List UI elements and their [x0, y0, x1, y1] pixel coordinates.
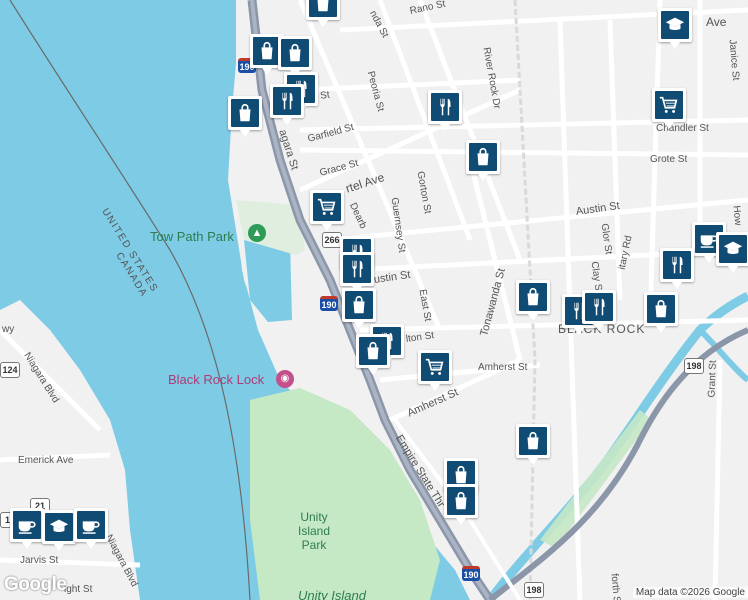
- camera-icon: ◉: [276, 370, 294, 388]
- map-marker-m23[interactable]: [716, 232, 748, 273]
- street-amherst-st-e: Amherst St: [478, 362, 528, 373]
- shield-rt198: 198: [524, 582, 544, 598]
- street-jarvis-st: Jarvis St: [20, 555, 59, 566]
- street-pkwy: wy: [2, 324, 15, 335]
- place-black-rock-lock[interactable]: Black Rock Lock: [168, 372, 264, 387]
- map-marker-m4[interactable]: [278, 36, 312, 77]
- map-marker-m16[interactable]: [356, 334, 390, 375]
- shield-i190: 190: [320, 296, 338, 311]
- shield-rt266: 266: [322, 232, 342, 248]
- map-marker-m28[interactable]: [10, 508, 44, 549]
- map-marker-m17[interactable]: [418, 350, 452, 391]
- map-marker-m30[interactable]: [74, 508, 108, 549]
- cafe-icon: [77, 511, 105, 539]
- restaurant-icon: [343, 255, 371, 283]
- map-marker-m27[interactable]: [444, 484, 478, 525]
- map-marker-m21[interactable]: [644, 292, 678, 333]
- map-marker-m6[interactable]: [228, 96, 262, 137]
- map-marker-m1[interactable]: [306, 0, 340, 27]
- restaurant-icon: [663, 251, 691, 279]
- map-canvas[interactable]: Tow Path Park ▲ Black Rock Lock ◉ Unity …: [0, 0, 748, 600]
- map-marker-m10[interactable]: [466, 140, 500, 181]
- shopping-bag-icon: [519, 283, 547, 311]
- place-tow-path-park[interactable]: Tow Path Park: [150, 229, 234, 244]
- school-icon: [719, 235, 747, 263]
- street-how: How: [730, 205, 744, 226]
- street-emerick-ave: Emerick Ave: [18, 455, 74, 466]
- shopping-bag-icon: [447, 487, 475, 515]
- shopping-bag-icon: [345, 291, 373, 319]
- place-unity-island-park[interactable]: Unity Island Park: [284, 510, 344, 552]
- shield-i190: 190: [462, 566, 480, 581]
- restaurant-icon: [431, 93, 459, 121]
- street-grote-st: Grote St: [650, 154, 688, 165]
- shield-rt198: 198: [684, 358, 704, 374]
- google-logo: Google: [4, 574, 67, 595]
- shopping-bag-icon: [231, 99, 259, 127]
- shopping-cart-icon: [313, 193, 341, 221]
- map-marker-m29[interactable]: [42, 510, 76, 551]
- map-marker-m20[interactable]: [582, 290, 616, 331]
- school-icon: [45, 513, 73, 541]
- map-marker-m8[interactable]: [428, 90, 462, 131]
- street-ontario-ave: Ave: [706, 15, 727, 29]
- map-marker-m7[interactable]: [270, 84, 304, 125]
- restaurant-icon: [273, 87, 301, 115]
- shopping-bag-icon: [309, 0, 337, 17]
- shopping-bag-icon: [519, 427, 547, 455]
- shopping-bag-icon: [469, 143, 497, 171]
- map-marker-m13[interactable]: [340, 252, 374, 293]
- place-unity-island[interactable]: Unity Island: [298, 588, 366, 600]
- shopping-cart-icon: [655, 91, 683, 119]
- map-attribution[interactable]: Map data ©2026 Google: [632, 587, 748, 598]
- map-marker-m25[interactable]: [516, 424, 550, 465]
- shopping-bag-icon: [253, 37, 281, 65]
- map-marker-m14[interactable]: [342, 288, 376, 329]
- map-marker-m24[interactable]: [660, 248, 694, 289]
- shopping-bag-icon: [647, 295, 675, 323]
- cafe-icon: [13, 511, 41, 539]
- map-marker-m11[interactable]: [310, 190, 344, 231]
- street-knight-st: ight St: [64, 584, 93, 595]
- shield-rt124: 124: [0, 362, 20, 378]
- park-icon: ▲: [248, 224, 266, 242]
- shopping-bag-icon: [281, 39, 309, 67]
- street-grant-st: Grant St: [706, 360, 719, 398]
- school-icon: [661, 11, 689, 39]
- map-marker-m2[interactable]: [658, 8, 692, 49]
- shopping-bag-icon: [359, 337, 387, 365]
- restaurant-icon: [585, 293, 613, 321]
- map-marker-m9[interactable]: [652, 88, 686, 129]
- shopping-cart-icon: [421, 353, 449, 381]
- map-marker-m18[interactable]: [516, 280, 550, 321]
